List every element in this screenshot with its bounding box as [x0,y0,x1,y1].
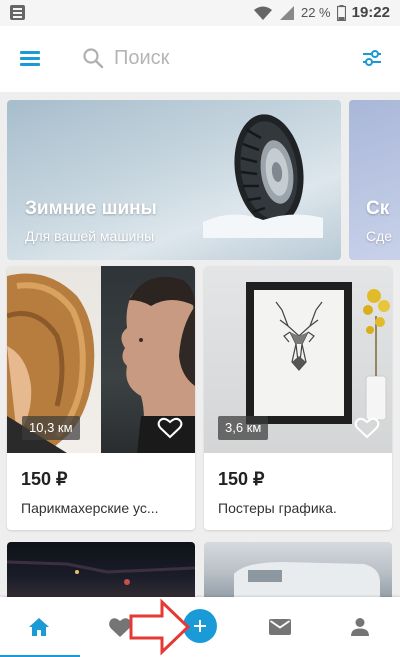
banner-winter-tires[interactable]: Зимние шины Для вашей машины [7,100,341,260]
listing-title: Постеры графика. [218,500,337,516]
listing-title: Парикмахерские ус... [21,500,159,516]
listing-card-partial[interactable] [7,542,195,602]
heart-icon[interactable] [157,416,183,440]
filter-icon[interactable] [360,46,384,70]
banner-subtitle: Сде [366,228,393,244]
nav-home[interactable] [23,611,55,643]
listing-card-partial[interactable] [204,542,392,602]
distance-badge: 3,6 км [218,416,269,440]
search-icon [83,48,104,69]
battery-percent: 22 % [300,5,331,20]
status-bar: 22 % 19:22 [0,0,400,26]
bottom-navigation [0,597,400,657]
wifi-icon [253,6,272,20]
nav-profile[interactable] [344,611,376,643]
notification-icon [10,5,25,20]
tire-image [203,114,323,238]
home-icon [29,618,49,636]
heart-icon[interactable] [354,416,380,440]
mail-icon [269,619,291,635]
listing-image-poster: 3,6 км [204,266,392,453]
search-input[interactable] [114,42,314,74]
banner-title: Ск [366,198,390,219]
nav-messages[interactable] [264,611,296,643]
plus-icon [194,620,206,632]
menu-icon[interactable] [20,49,42,67]
banner-subtitle: Для вашей машины [25,228,155,244]
listing-card[interactable]: 3,6 км 150 ₽ Постеры графика. [204,266,392,530]
listing-card[interactable]: 10,3 км 150 ₽ Парикмахерские ус... [7,266,195,530]
clock: 19:22 [351,4,390,21]
signal-icon [279,5,294,20]
listing-price: 150 ₽ [218,469,265,489]
nav-favorites[interactable] [104,611,136,643]
distance-badge: 10,3 км [22,416,80,440]
banner-title: Зимние шины [25,198,157,219]
battery-icon [336,4,346,21]
listing-price: 150 ₽ [21,469,68,489]
top-bar [0,26,400,92]
listing-image-haircut: 10,3 км [7,266,195,453]
banner-next[interactable]: Ск Сде [349,100,400,260]
person-icon [351,618,369,636]
heart-icon [109,618,131,637]
nav-add-listing[interactable] [183,609,217,643]
